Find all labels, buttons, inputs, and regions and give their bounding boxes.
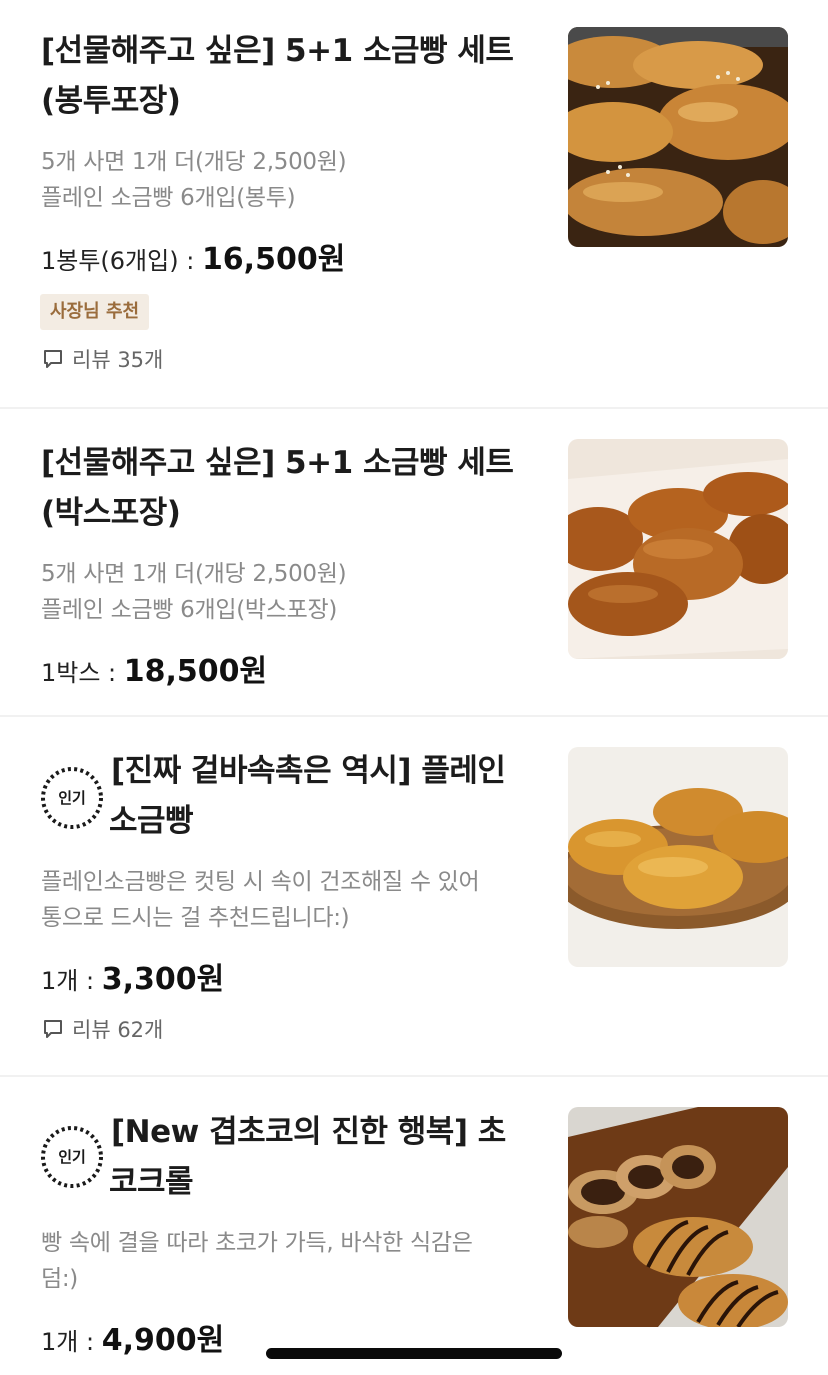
review-link[interactable]: 리뷰 35개 bbox=[42, 344, 163, 374]
product-description-line-1: 5개 사면 1개 더(개당 2,500원) bbox=[41, 149, 347, 175]
review-count: 리뷰 35개 bbox=[72, 348, 164, 372]
product-title: [New 겹초코의 진한 행복] 초 코크롤 bbox=[109, 1107, 551, 1207]
popular-badge-label: 인기 bbox=[58, 789, 86, 807]
product-title-line-1: [진짜 겉바속촉은 역시] 플레인 bbox=[111, 753, 506, 789]
product-description-line-2: 플레인 소금빵 6개입(박스포장) bbox=[41, 597, 338, 623]
product-title-line-1: [선물해주고 싶은] 5+1 소금빵 세트 bbox=[41, 445, 514, 481]
owner-recommend-badge: 사장님 추천 bbox=[40, 294, 150, 330]
product-description-line-2: 통으로 드시는 걸 추천드립니다:) bbox=[41, 905, 350, 931]
product-description: 5개 사면 1개 더(개당 2,500원) 플레인 소금빵 6개입(봉투) bbox=[41, 144, 551, 216]
review-link[interactable]: 리뷰 62개 bbox=[42, 1014, 163, 1044]
product-item-4[interactable]: 인기 [New 겹초코의 진한 행복] 초 코크롤 빵 속에 결을 따라 초코가… bbox=[0, 1077, 828, 1375]
product-title: [선물해주고 싶은] 5+1 소금빵 세트 (박스포장) bbox=[41, 438, 551, 538]
price-row: 1개 : 3,300원 bbox=[41, 954, 224, 998]
price-value: 4,900원 bbox=[101, 1323, 225, 1358]
product-title-line-1: [선물해주고 싶은] 5+1 소금빵 세트 bbox=[41, 33, 514, 69]
popular-badge-label: 인기 bbox=[58, 1148, 86, 1166]
product-title: [선물해주고 싶은] 5+1 소금빵 세트 (봉투포장) bbox=[41, 26, 551, 126]
plain-salt-bread-tray-photo[interactable] bbox=[568, 747, 788, 967]
product-description-line-1: 플레인소금빵은 컷팅 시 속이 건조해질 수 있어 bbox=[41, 869, 480, 895]
salt-bread-box-photo[interactable] bbox=[568, 439, 788, 659]
product-description-line-1: 빵 속에 결을 따라 초코가 가득, 바삭한 식감은 bbox=[41, 1230, 473, 1256]
product-item-1[interactable]: [선물해주고 싶은] 5+1 소금빵 세트 (봉투포장) 5개 사면 1개 더(… bbox=[0, 0, 828, 408]
price-row: 1봉투(6개입) : 16,500원 bbox=[41, 234, 345, 278]
popular-badge: 인기 bbox=[39, 1124, 105, 1190]
price-value: 16,500원 bbox=[201, 242, 346, 277]
product-description: 플레인소금빵은 컷팅 시 속이 건조해질 수 있어 통으로 드시는 걸 추천드립… bbox=[41, 864, 551, 936]
product-item-2[interactable]: [선물해주고 싶은] 5+1 소금빵 세트 (박스포장) 5개 사면 1개 더(… bbox=[0, 409, 828, 715]
product-description: 빵 속에 결을 따라 초코가 가득, 바삭한 식감은 덤:) bbox=[41, 1225, 551, 1297]
product-description-line-2: 덤:) bbox=[41, 1266, 78, 1292]
price-label: 1봉투(6개입) : bbox=[41, 247, 202, 275]
price-value: 3,300원 bbox=[101, 962, 225, 997]
salt-bread-bag-photo[interactable] bbox=[568, 27, 788, 247]
price-value: 18,500원 bbox=[123, 654, 268, 689]
price-row: 1박스 : 18,500원 bbox=[41, 646, 267, 690]
product-title-line-2: 소금빵 bbox=[109, 803, 194, 839]
product-description-line-2: 플레인 소금빵 6개입(봉투) bbox=[41, 185, 296, 211]
product-description-line-1: 5개 사면 1개 더(개당 2,500원) bbox=[41, 561, 347, 587]
speech-bubble-icon bbox=[44, 350, 62, 368]
price-row: 1개 : 4,900원 bbox=[41, 1315, 224, 1359]
product-item-3[interactable]: 인기 [진짜 겉바속촉은 역시] 플레인 소금빵 플레인소금빵은 컷팅 시 속이… bbox=[0, 717, 828, 1075]
product-title-line-2: (박스포장) bbox=[41, 495, 181, 531]
product-title: [진짜 겉바속촉은 역시] 플레인 소금빵 bbox=[109, 746, 551, 846]
product-title-line-2: 코크롤 bbox=[109, 1164, 194, 1200]
product-title-line-2: (봉투포장) bbox=[41, 83, 181, 119]
product-description: 5개 사면 1개 더(개당 2,500원) 플레인 소금빵 6개입(박스포장) bbox=[41, 556, 551, 628]
price-label: 1박스 : bbox=[41, 659, 124, 687]
price-label: 1개 : bbox=[41, 967, 102, 995]
speech-bubble-icon bbox=[44, 1020, 62, 1038]
home-indicator[interactable] bbox=[266, 1348, 562, 1359]
price-label: 1개 : bbox=[41, 1328, 102, 1356]
choco-roll-photo[interactable] bbox=[568, 1107, 788, 1327]
product-title-line-1: [New 겹초코의 진한 행복] 초 bbox=[111, 1114, 506, 1150]
popular-badge: 인기 bbox=[39, 765, 105, 831]
review-count: 리뷰 62개 bbox=[72, 1018, 164, 1042]
